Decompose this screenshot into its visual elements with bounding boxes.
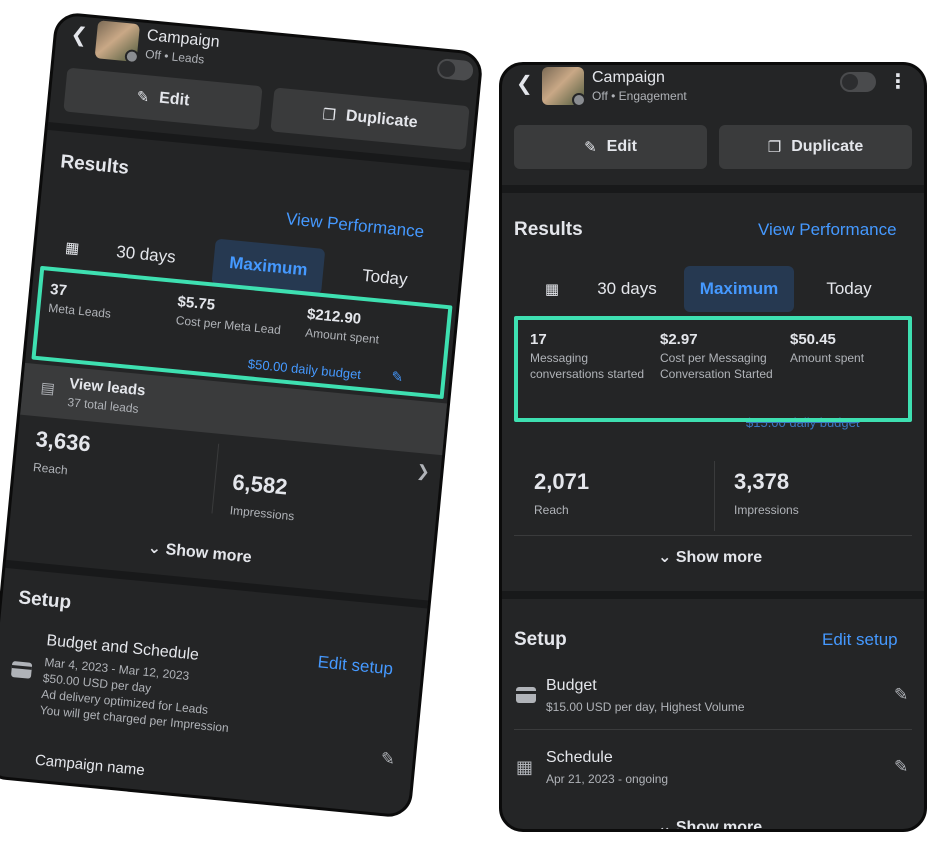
left-phone-screenshot: ❮ Campaign Off • Leads ✎ Edit ❐ Duplicat… [0,11,484,819]
stat-divider [714,461,715,531]
edit-label: Edit [606,138,637,155]
edit-setup-link[interactable]: Edit setup [317,652,394,679]
impressions-label: Impressions [229,503,295,524]
campaign-toggle[interactable] [840,72,876,92]
duplicate-label: Duplicate [791,138,864,155]
budget-title: Budget [546,677,597,694]
setup-title: Setup [17,587,73,614]
show-more-label: Show more [675,819,763,832]
calendar-icon: ▦ [516,757,534,777]
chevron-down-icon: ⌄ [147,539,163,558]
schedule-details: Apr 21, 2023 - ongoing [546,772,669,786]
duplicate-button[interactable]: ❐ Duplicate [719,125,912,169]
campaign-status: Off • Engagement [592,89,687,103]
edit-pencil-icon[interactable]: ✎ [380,749,396,770]
chevron-down-icon: ⌄ [658,549,672,566]
tab-30-days[interactable]: 30 days [572,266,682,312]
impressions-label: Impressions [734,503,799,517]
credit-card-icon [10,660,33,679]
credit-card-icon [516,687,536,703]
edit-budget-pencil-icon[interactable]: ✎ [894,685,908,705]
calendar-icon[interactable]: ▦ [532,266,572,312]
campaign-toggle[interactable] [436,58,474,82]
show-more-label: Show more [164,541,253,567]
contact-card-icon: ▤ [39,379,56,398]
show-more-bottom-button[interactable]: ⌄ Show more [658,817,763,832]
reach-stat: 3,636 Reach [32,426,91,479]
row-divider [514,729,912,730]
tab-today[interactable]: Today [794,266,904,312]
campaign-avatar [94,20,141,63]
impressions-value: 3,378 [734,469,790,494]
section-divider [502,185,924,193]
campaign-status: Off • Leads [144,46,205,67]
edit-label: Edit [158,89,191,110]
reach-label: Reach [534,503,569,517]
campaign-title: Campaign [592,69,665,86]
impressions-stat: 6,582 Impressions [229,469,298,523]
pencil-icon: ✎ [584,139,597,156]
copy-icon: ❐ [321,106,337,125]
view-leads-count: 37 total leads [66,395,140,416]
chevron-right-icon[interactable]: ❯ [416,461,431,482]
section-divider [502,591,924,599]
results-title: Results [514,219,583,240]
show-more-label: Show more [675,549,763,566]
impressions-value: 6,582 [231,469,289,500]
show-more-button[interactable]: ⌄ Show more [658,547,762,567]
more-options-icon[interactable]: ⋮ [888,69,908,94]
budget-schedule-details: Mar 4, 2023 - Mar 12, 2023 $50.00 USD pe… [39,654,234,736]
date-range-tabs: ▦ 30 days Maximum Today [502,266,924,312]
tab-maximum[interactable]: Maximum [684,266,794,312]
calendar-icon[interactable]: ▦ [50,223,94,273]
impressions-stat: 3,378 Impressions [734,469,799,517]
budget-details: $15.00 USD per day, Highest Volume [546,700,745,714]
back-chevron-icon[interactable]: ❮ [516,71,533,96]
duplicate-label: Duplicate [345,107,419,132]
setup-title: Setup [514,629,567,650]
reach-value: 2,071 [534,469,590,494]
stat-divider [211,443,220,514]
show-more-button[interactable]: ⌄ Show more [147,538,253,568]
copy-icon: ❐ [767,139,782,156]
campaign-avatar [542,67,586,107]
edit-setup-link[interactable]: Edit setup [822,630,898,650]
edit-schedule-pencil-icon[interactable]: ✎ [894,757,908,777]
view-performance-link[interactable]: View Performance [285,209,425,242]
reach-label: Reach [32,460,69,478]
highlight-box [514,316,912,422]
back-chevron-icon[interactable]: ❮ [70,22,89,48]
chevron-down-icon: ⌄ [658,819,672,832]
campaign-name-label: Campaign name [34,751,146,780]
reach-value: 3,636 [34,426,92,457]
view-performance-link[interactable]: View Performance [758,220,897,240]
edit-button[interactable]: ✎ Edit [514,125,707,169]
row-divider [514,535,912,536]
schedule-title: Schedule [546,749,613,766]
results-title: Results [59,151,130,179]
campaign-header: ❮ Campaign Off • Engagement ⋮ [502,65,924,117]
pencil-icon: ✎ [135,88,150,107]
reach-stat: 2,071 Reach [534,469,589,517]
right-phone-screenshot: ❮ Campaign Off • Engagement ⋮ ✎ Edit ❐ D… [499,62,927,832]
